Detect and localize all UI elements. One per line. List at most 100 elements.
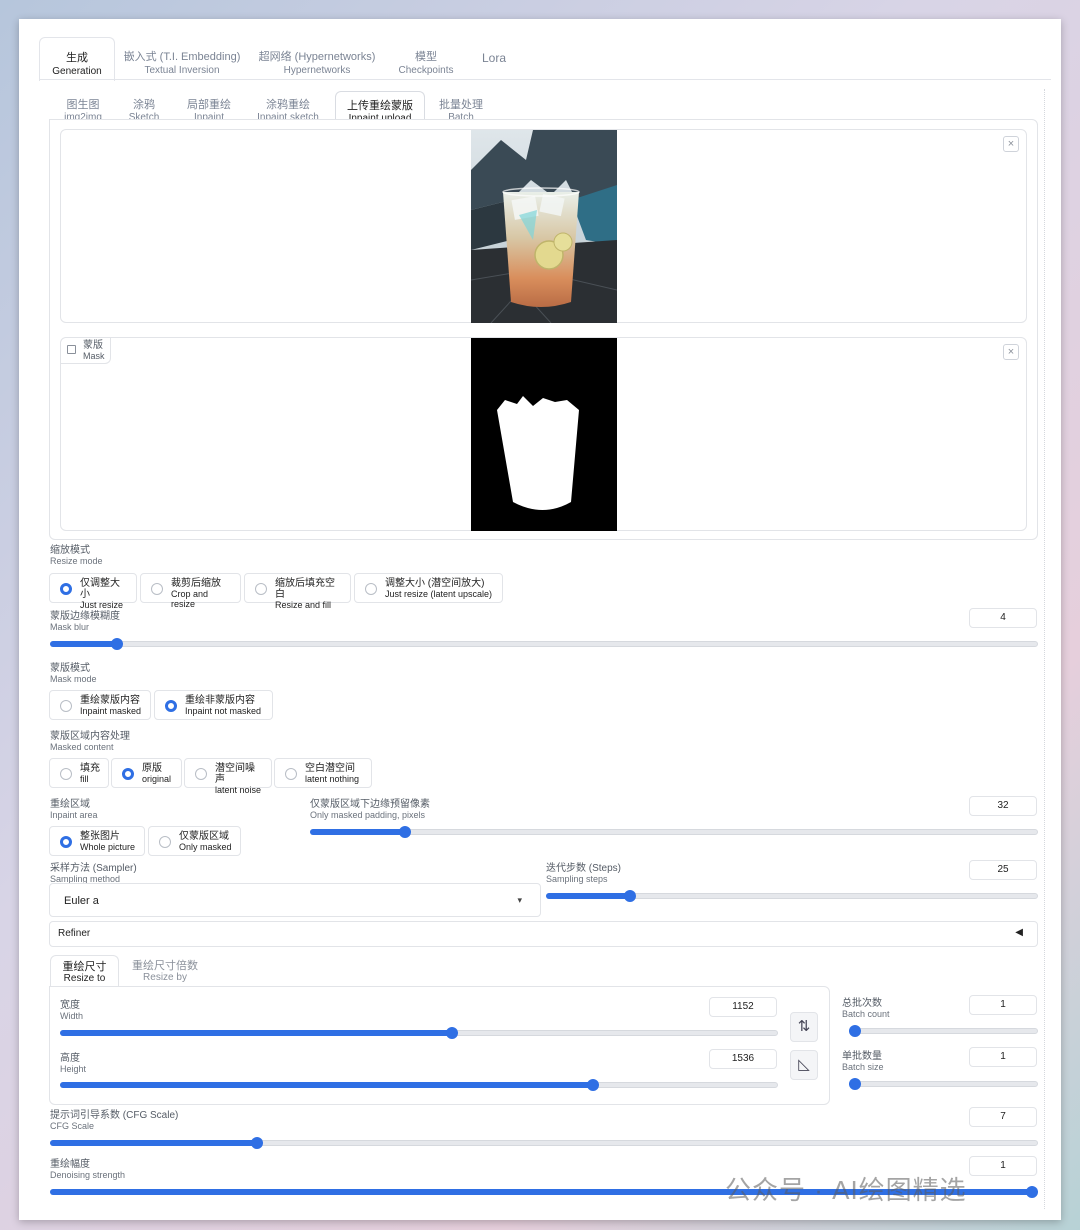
slider-fill (60, 1082, 593, 1088)
label-en: Height (60, 1064, 87, 1074)
option-zh: 裁剪后缩放 (171, 578, 221, 589)
option-en: Inpaint not masked (185, 706, 262, 716)
source-image-panel[interactable]: × (60, 129, 1027, 323)
slider-thumb[interactable] (251, 1137, 264, 1149)
inpaint-area-only-masked[interactable]: 仅蒙版区域 Only masked (148, 826, 241, 856)
batch-size-input[interactable]: 1 (969, 1047, 1037, 1067)
source-image (471, 130, 617, 323)
steps-slider[interactable] (546, 889, 1038, 903)
mask-mode-inpaint-masked[interactable]: 重绘蒙版内容 Inpaint masked (49, 690, 151, 720)
refiner-accordion[interactable]: Refiner ◀ (49, 921, 1038, 947)
tab-generation[interactable]: 生成 Generation (39, 37, 115, 81)
steps-input[interactable]: 25 (969, 860, 1037, 880)
masked-content-latent-nothing[interactable]: 空白潜空间 latent nothing (274, 758, 372, 788)
batch-size-label: 单批数量 Batch size (842, 1051, 884, 1072)
subtab-sketch[interactable]: 涂鸦 Sketch (119, 91, 169, 123)
masked-padding-input[interactable]: 32 (969, 796, 1037, 816)
mask-image-panel[interactable]: 蒙版 Mask × (60, 337, 1027, 531)
width-slider[interactable] (60, 1026, 778, 1040)
masked-padding-slider[interactable] (310, 825, 1038, 839)
option-zh: 重绘蒙版内容 (80, 695, 140, 706)
slider-thumb[interactable] (398, 826, 411, 838)
label-en: Width (60, 1011, 84, 1021)
subtab-batch[interactable]: 批量处理 Batch (433, 91, 489, 123)
sampler-select[interactable]: Euler a ▾ (49, 883, 541, 917)
inpaint-area-whole-picture[interactable]: 整张图片 Whole picture (49, 826, 145, 856)
resize-just-resize[interactable]: 仅调整大小 Just resize (49, 573, 137, 610)
subtab-inpaint-sketch[interactable]: 涂鸦重绘 Inpaint sketch (249, 91, 327, 123)
tab-lora[interactable]: Lora (471, 37, 517, 79)
option-en: Inpaint masked (80, 706, 142, 716)
slider-thumb[interactable] (1026, 1186, 1038, 1198)
tab-checkpoints[interactable]: 模型 Checkpoints (391, 37, 461, 79)
subtab-label-zh: 涂鸦重绘 (266, 99, 310, 111)
label-en: Mask blur (50, 622, 90, 632)
subtab-img2img[interactable]: 图生图 img2img (55, 91, 111, 123)
scroll-guide (1044, 89, 1045, 1209)
label-zh: 采样方法 (Sampler) (50, 863, 137, 874)
tab-textual-inversion[interactable]: 嵌入式 (T.I. Embedding) Textual Inversion (123, 37, 241, 79)
close-icon[interactable]: × (1003, 344, 1019, 360)
slider-thumb[interactable] (111, 638, 124, 650)
close-icon[interactable]: × (1003, 136, 1019, 152)
tab-label: Lora (481, 51, 507, 65)
denoising-strength-input[interactable]: 1 (969, 1156, 1037, 1176)
label-en: Only masked padding, pixels (310, 810, 426, 820)
height-slider[interactable] (60, 1078, 778, 1092)
chevron-down-icon: ▾ (517, 895, 522, 905)
sampler-label: 采样方法 (Sampler) Sampling method (50, 863, 137, 884)
radio-dot (60, 768, 72, 780)
label-en: Sampling steps (546, 874, 608, 884)
width-input[interactable]: 1152 (709, 997, 777, 1017)
slider-track (310, 829, 1038, 835)
label-en: CFG Scale (50, 1121, 95, 1131)
batch-count-slider[interactable] (849, 1024, 1038, 1038)
masked-content-fill[interactable]: 填充 fill (49, 758, 109, 788)
slider-fill (50, 641, 118, 647)
slider-thumb[interactable] (446, 1027, 459, 1039)
height-input[interactable]: 1536 (709, 1049, 777, 1069)
slider-thumb[interactable] (586, 1079, 599, 1091)
slider-thumb[interactable] (849, 1025, 861, 1037)
tab-hypernetworks[interactable]: 超网络 (Hypernetworks) Hypernetworks (257, 37, 377, 79)
mask-image (471, 338, 617, 531)
resize-latent-upscale[interactable]: 调整大小 (潜空间放大) Just resize (latent upscale… (354, 573, 503, 603)
label-zh: 总批次数 (842, 998, 882, 1009)
resize-crop-and-resize[interactable]: 裁剪后缩放 Crop and resize (140, 573, 241, 609)
aspect-ratio-icon[interactable]: ◺ (790, 1050, 818, 1080)
mask-blur-input[interactable]: 4 (969, 608, 1037, 628)
masked-content-original[interactable]: 原版 original (111, 758, 182, 788)
tab-label-en: Resize to (63, 972, 106, 984)
label-zh: 蒙版边缘模糊度 (50, 611, 120, 622)
slider-fill (546, 893, 630, 899)
slider-thumb[interactable] (623, 890, 636, 902)
cfg-scale-input[interactable]: 7 (969, 1107, 1037, 1127)
option-en: Crop and resize (171, 589, 209, 609)
slider-thumb[interactable] (849, 1078, 861, 1090)
radio-dot (159, 836, 171, 848)
resize-and-fill[interactable]: 缩放后填充空白 Resize and fill (244, 573, 351, 610)
mask-mode-inpaint-not-masked[interactable]: 重绘非蒙版内容 Inpaint not masked (154, 690, 273, 720)
label-zh: 蒙版模式 (50, 663, 90, 674)
label-zh: 重绘区域 (50, 799, 90, 810)
option-en: latent noise (215, 785, 262, 795)
radio-dot (122, 768, 134, 780)
masked-content-latent-noise[interactable]: 潜空间噪声 latent noise (184, 758, 272, 795)
option-zh: 整张图片 (80, 831, 120, 842)
label-zh: 蒙版区域内容处理 (50, 731, 130, 742)
tab-resize-to[interactable]: 重绘尺寸 Resize to (50, 955, 119, 987)
steps-label: 迭代步数 (Steps) Sampling steps (546, 863, 621, 884)
label-en: Inpaint area (50, 810, 98, 820)
option-en: Just resize (80, 600, 124, 610)
swap-dimensions-icon[interactable]: ⇅ (790, 1012, 818, 1042)
label-en: Resize mode (50, 556, 103, 566)
tab-resize-by[interactable]: 重绘尺寸倍数 Resize by (125, 955, 205, 987)
batch-size-slider[interactable] (849, 1077, 1038, 1091)
mask-label-en: Mask (83, 350, 105, 361)
subtab-inpaint[interactable]: 局部重绘 Inpaint (179, 91, 239, 123)
mask-blur-slider[interactable] (50, 637, 1038, 651)
cfg-scale-slider[interactable] (50, 1136, 1038, 1150)
batch-count-input[interactable]: 1 (969, 995, 1037, 1015)
label-zh: 提示词引导系数 (CFG Scale) (50, 1110, 179, 1121)
radio-dot (165, 700, 177, 712)
